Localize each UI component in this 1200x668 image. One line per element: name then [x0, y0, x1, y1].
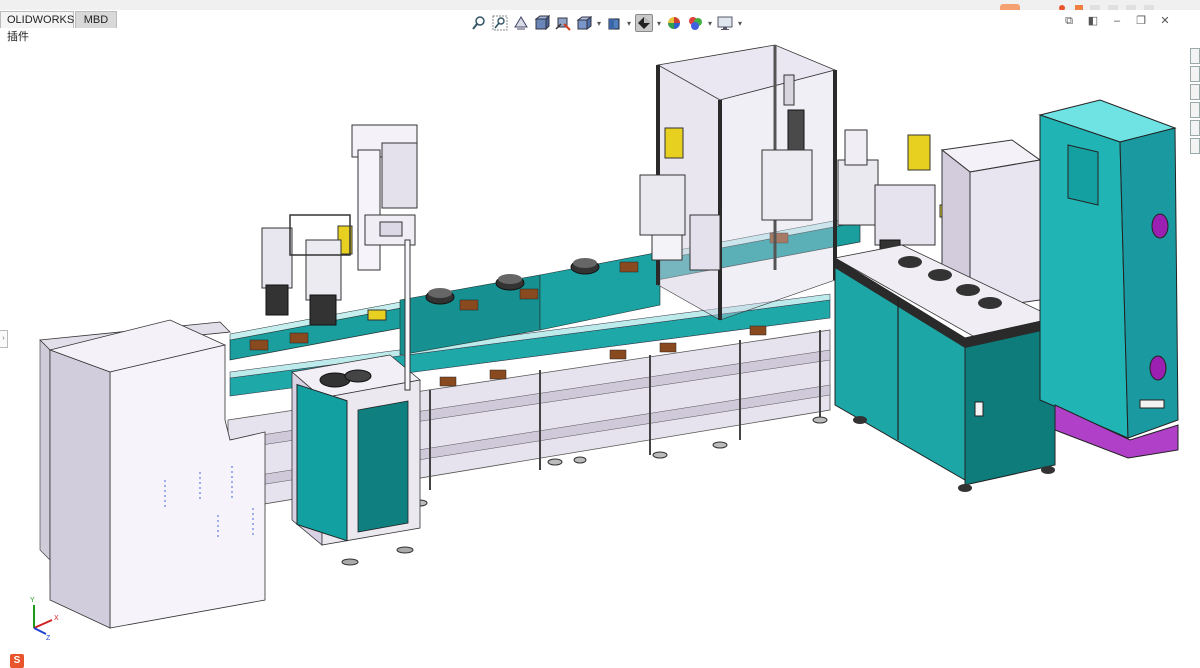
chevron-down-icon[interactable]: ▾: [626, 19, 632, 28]
tab-solidworks-addins[interactable]: OLIDWORKS 插件: [0, 11, 74, 43]
left-enclosure: [39, 319, 266, 629]
app-badge-icon[interactable]: S: [10, 654, 24, 668]
tab-mbd[interactable]: MBD: [75, 11, 117, 28]
minimize-icon[interactable]: –: [1110, 14, 1124, 28]
monitor-icon: [717, 16, 733, 30]
section-view-icon: [534, 15, 550, 31]
chevron-down-icon[interactable]: ▾: [596, 19, 602, 28]
central-frame-station: [639, 44, 837, 321]
triad-x-label: X: [54, 615, 59, 622]
dynamic-annotation-icon: [555, 17, 571, 31]
previous-view-icon: [514, 16, 528, 30]
left-gantry-mast: [337, 124, 418, 391]
top-right-icons: [1000, 0, 1170, 12]
left-press-stations: [261, 214, 351, 326]
restore-icon[interactable]: ❐: [1134, 14, 1148, 28]
edit-appearance-icon: [668, 17, 680, 29]
display-mode-cube-icon: [608, 18, 620, 30]
document-window-controls: ⧉ ◧ – ❐ ✕: [1062, 14, 1172, 28]
zoom-to-fit-icon: [472, 16, 485, 30]
apply-scene-icon: [689, 17, 702, 30]
chevron-down-icon[interactable]: ▾: [707, 19, 713, 28]
operator-cabinet: [291, 354, 421, 566]
chevron-down-icon[interactable]: ▾: [737, 19, 743, 28]
triad-z-label: Z: [46, 635, 51, 642]
tile-vertical-icon[interactable]: ◧: [1086, 14, 1100, 28]
electrical-cabinet: [1038, 99, 1179, 459]
tile-horizontal-icon[interactable]: ⧉: [1062, 14, 1076, 28]
display-style-icon: [638, 17, 650, 29]
coordinate-triad: Y X Z: [30, 597, 59, 642]
view-orientation-icon: [576, 16, 592, 30]
close-icon[interactable]: ✕: [1158, 14, 1172, 28]
zoom-to-area-icon: [492, 15, 508, 31]
triad-y-label: Y: [30, 597, 35, 604]
graphics-area[interactable]: Y X Z: [0, 30, 1200, 660]
chevron-down-icon[interactable]: ▾: [656, 19, 662, 28]
